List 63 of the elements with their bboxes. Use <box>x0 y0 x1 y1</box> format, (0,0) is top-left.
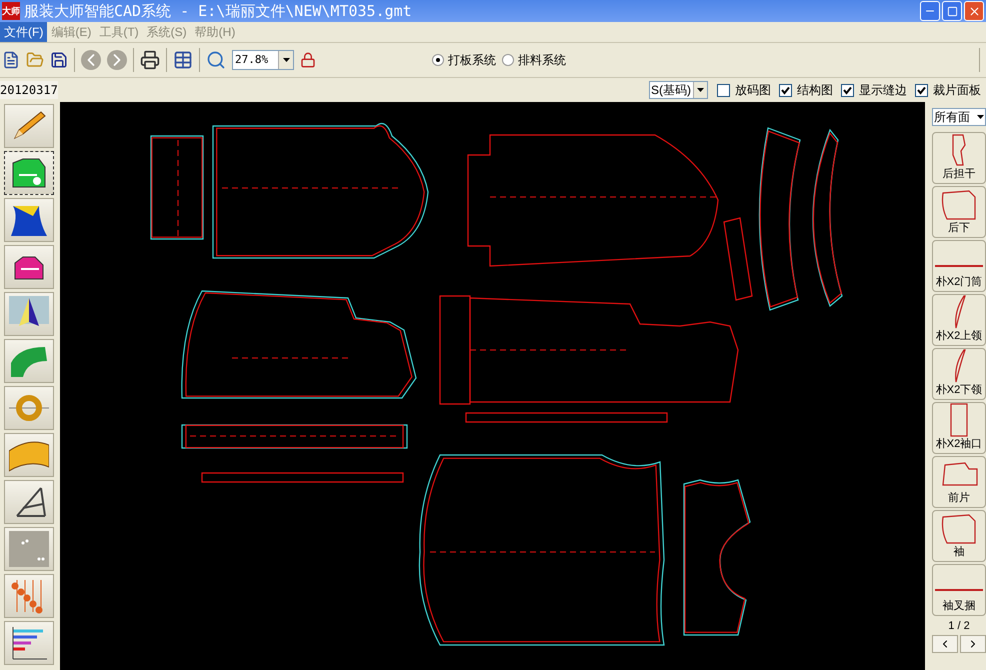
size-select[interactable]: S(基码) <box>649 81 708 99</box>
printer-icon[interactable] <box>140 50 160 70</box>
pattern-piece[interactable] <box>683 479 751 636</box>
piece-thumbnail-icon <box>952 349 966 383</box>
maximize-button[interactable] <box>942 1 962 21</box>
filter-select[interactable]: 所有面 <box>932 108 986 126</box>
tool-button[interactable] <box>4 433 54 477</box>
maximize-icon <box>946 6 958 16</box>
radio-button[interactable] <box>502 54 514 66</box>
zoom-icon[interactable] <box>206 50 226 70</box>
checkbox-label: 裁片面板 <box>933 82 981 99</box>
pattern-piece[interactable] <box>181 290 417 399</box>
close-icon <box>968 4 980 18</box>
checkbox[interactable] <box>779 84 792 96</box>
piece-card[interactable]: 袖叉捆 <box>932 564 986 616</box>
tool-button[interactable] <box>4 198 54 242</box>
drawing-canvas[interactable] <box>60 102 925 670</box>
checkbox[interactable] <box>915 84 928 96</box>
tool-button[interactable] <box>4 480 54 524</box>
version-label: 20120317 <box>0 81 58 99</box>
lock-icon[interactable] <box>300 52 316 68</box>
page-indicator: 1 / 2 <box>947 619 971 634</box>
app-logo: 大师 <box>2 2 20 20</box>
table-icon[interactable] <box>173 50 193 70</box>
close-button[interactable] <box>964 1 984 21</box>
checkbox[interactable] <box>841 84 854 96</box>
dots-icon <box>9 531 49 567</box>
save-icon[interactable] <box>50 51 68 69</box>
previous-page-button[interactable] <box>932 634 958 652</box>
piece-card[interactable]: 朴X2门筒 <box>932 240 986 292</box>
piece-card[interactable]: 后担干 <box>932 132 986 184</box>
pattern-piece[interactable] <box>812 129 843 307</box>
piece-card[interactable]: 后下 <box>932 186 986 238</box>
piece-thumbnail-icon <box>952 295 966 329</box>
pattern-piece[interactable] <box>212 122 429 259</box>
checkbox-label: 放码图 <box>735 82 771 99</box>
tool-button[interactable] <box>4 104 54 148</box>
checkbox-label: 结构图 <box>797 82 833 99</box>
tool-button[interactable] <box>4 245 54 289</box>
piece-card[interactable]: 前片 <box>932 456 986 508</box>
radio-button[interactable] <box>432 54 444 66</box>
tool-button[interactable] <box>4 621 54 665</box>
pattern-piece[interactable] <box>758 127 801 311</box>
piece-card[interactable]: 朴X2上领 <box>932 294 986 346</box>
dropdown-arrow-icon <box>977 115 985 119</box>
new-file-icon[interactable] <box>2 51 20 69</box>
next-page-button[interactable] <box>960 634 986 652</box>
piece-card[interactable]: 朴X2袖口 <box>932 402 986 454</box>
zoom-select[interactable]: 27.8% <box>232 50 294 70</box>
checkbox[interactable] <box>717 84 730 96</box>
pattern-piece[interactable] <box>150 135 204 240</box>
checkbox-label: 显示缝边 <box>859 82 907 99</box>
piece-card[interactable]: 朴X2下领 <box>932 348 986 400</box>
tool-button[interactable] <box>4 151 54 195</box>
window-title: 服装大师智能CAD系统 - E:\瑞丽文件\NEW\MT035.gmt <box>24 0 412 22</box>
menu-item[interactable]: 文件(F) <box>0 22 48 42</box>
piece-card[interactable]: 袖 <box>932 510 986 562</box>
radio-label: 排料系统 <box>518 52 566 69</box>
minimize-button[interactable] <box>920 1 940 21</box>
radio-label: 打板系统 <box>448 52 496 69</box>
tool-button[interactable] <box>4 292 54 336</box>
pattern-piece[interactable] <box>181 424 408 449</box>
piece-thumbnail-icon <box>950 403 968 437</box>
